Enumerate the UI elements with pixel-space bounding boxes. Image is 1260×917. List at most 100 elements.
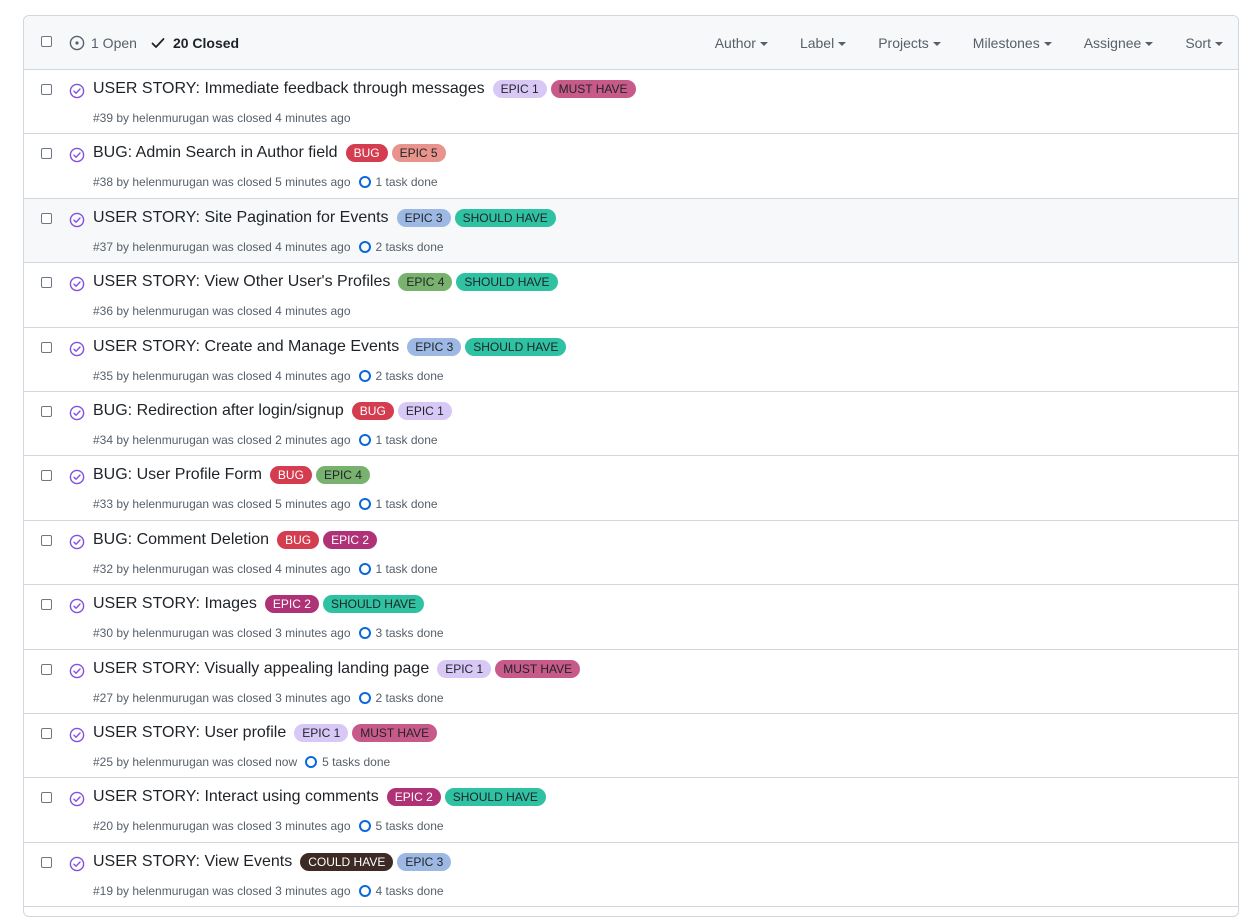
issue-title-link[interactable]: USER STORY: View Other User's Profiles bbox=[93, 273, 390, 291]
issue-label[interactable]: EPIC 3 bbox=[397, 852, 452, 871]
issue-label[interactable]: EPIC 4 bbox=[398, 273, 453, 292]
issue-label[interactable]: EPIC 2 bbox=[386, 788, 441, 807]
issue-row[interactable]: USER STORY: Visually appealing landing p… bbox=[24, 649, 1238, 714]
issue-checkbox[interactable] bbox=[41, 212, 52, 224]
task-progress-icon bbox=[358, 433, 371, 446]
issue-row[interactable]: USER STORY: View Events COULD HAVE EPIC 3 #… bbox=[24, 842, 1238, 908]
issue-meta-text: #37 by helenmurugan was closed 4 minutes… bbox=[93, 239, 351, 254]
issue-row[interactable]: USER STORY: Site Pagination for Events EP… bbox=[24, 198, 1238, 264]
issue-title-link[interactable]: USER STORY: Visually appealing landing p… bbox=[93, 660, 429, 678]
task-progress: 2 tasks done bbox=[358, 691, 444, 705]
issue-title-line: USER STORY: Site Pagination for Events EP… bbox=[93, 208, 556, 227]
caret-down-icon bbox=[1145, 42, 1154, 46]
issue-label[interactable]: BUG bbox=[277, 530, 320, 549]
issue-label[interactable]: EPIC 2 bbox=[264, 595, 319, 614]
task-progress-text: 1 task done bbox=[375, 497, 438, 512]
issue-meta: #34 by helenmurugan was closed 2 minutes… bbox=[93, 433, 438, 447]
issue-row[interactable]: USER STORY: Create and Manage Events EPIC… bbox=[24, 327, 1238, 392]
issue-checkbox[interactable] bbox=[41, 792, 52, 804]
issue-label[interactable]: EPIC 3 bbox=[396, 208, 451, 227]
filter-projects[interactable]: Projects bbox=[878, 35, 941, 51]
issue-meta: #25 by helenmurugan was closed now 5 task… bbox=[93, 755, 390, 769]
filter-author[interactable]: Author bbox=[715, 35, 768, 51]
issue-label[interactable]: MUST HAVE bbox=[550, 80, 636, 98]
issue-row[interactable]: BUG: Admin Search in Author field BUG EPIC… bbox=[24, 134, 1238, 199]
issue-meta-text: #20 by helenmurugan was closed 3 minutes… bbox=[93, 819, 351, 834]
issue-checkbox[interactable] bbox=[41, 341, 52, 353]
task-progress-icon bbox=[305, 755, 318, 768]
issue-checkbox[interactable] bbox=[41, 84, 52, 95]
issue-label[interactable]: MUST HAVE bbox=[495, 659, 581, 678]
task-progress: 1 task done bbox=[358, 497, 438, 512]
issue-title-link[interactable]: USER STORY: Images bbox=[93, 595, 257, 613]
issue-meta-text: #33 by helenmurugan was closed 5 minutes… bbox=[93, 497, 351, 512]
issue-checkbox[interactable] bbox=[41, 856, 52, 868]
issue-label[interactable]: EPIC 1 bbox=[397, 401, 452, 420]
issue-checkbox[interactable] bbox=[41, 534, 52, 546]
task-progress: 1 task done bbox=[358, 562, 438, 576]
open-issues-link[interactable]: 1 Open bbox=[69, 35, 137, 51]
issue-title-line: USER STORY: Create and Manage Events EPIC… bbox=[93, 337, 567, 356]
issue-title-link[interactable]: USER STORY: Create and Manage Events bbox=[93, 338, 399, 356]
select-all-checkbox[interactable] bbox=[41, 36, 52, 47]
filter-assignee[interactable]: Assignee bbox=[1084, 35, 1154, 51]
issue-title-link[interactable]: USER STORY: Immediate feedback through m… bbox=[93, 80, 485, 98]
filter-label[interactable]: Label bbox=[800, 35, 847, 51]
issue-label[interactable]: SHOULD HAVE bbox=[465, 337, 567, 356]
issue-row[interactable]: BUG: Comment Deletion BUG EPIC 2 #32 by hel… bbox=[24, 520, 1238, 586]
issue-title-link[interactable]: USER STORY: Site Pagination for Events bbox=[93, 209, 389, 227]
issue-meta-text: #36 by helenmurugan was closed 4 minutes… bbox=[93, 304, 351, 319]
issue-closed-icon bbox=[69, 727, 85, 743]
issue-label[interactable]: COULD HAVE bbox=[300, 852, 394, 871]
issue-checkbox[interactable] bbox=[41, 470, 52, 482]
issue-checkbox[interactable] bbox=[41, 727, 52, 739]
issue-label[interactable]: EPIC 1 bbox=[492, 80, 547, 98]
task-progress: 4 tasks done bbox=[358, 884, 444, 898]
issue-row[interactable]: USER STORY: Images EPIC 2 SHOULD HAVE #30 b… bbox=[24, 585, 1238, 650]
issue-row[interactable]: BUG: Redirection after login/signup BUG EP… bbox=[24, 391, 1238, 457]
issue-checkbox[interactable] bbox=[41, 663, 52, 675]
issue-label[interactable]: EPIC 5 bbox=[391, 144, 446, 163]
issue-label[interactable]: EPIC 4 bbox=[315, 466, 370, 485]
issue-title-link[interactable]: BUG: Redirection after login/signup bbox=[93, 402, 344, 420]
issue-checkbox[interactable] bbox=[41, 599, 52, 611]
issue-meta: #19 by helenmurugan was closed 3 minutes… bbox=[93, 884, 444, 898]
filter-label: Milestones bbox=[972, 35, 1040, 51]
issue-row[interactable]: USER STORY: View Other User's Profiles EP… bbox=[24, 263, 1238, 328]
issue-label[interactable]: BUG bbox=[351, 401, 394, 420]
issue-label[interactable]: SHOULD HAVE bbox=[456, 273, 558, 292]
issue-title-link[interactable]: BUG: Admin Search in Author field bbox=[93, 144, 338, 162]
issue-label[interactable]: EPIC 2 bbox=[323, 530, 378, 549]
issue-label[interactable]: MUST HAVE bbox=[352, 723, 438, 742]
issue-label[interactable]: BUG bbox=[345, 144, 388, 163]
issue-checkbox[interactable] bbox=[41, 148, 52, 160]
issue-label[interactable]: SHOULD HAVE bbox=[444, 788, 546, 807]
issue-closed-icon bbox=[69, 276, 85, 292]
issue-label[interactable]: EPIC 1 bbox=[437, 659, 492, 678]
issue-title-line: USER STORY: Interact using comments EPIC … bbox=[93, 788, 546, 807]
issue-title-link[interactable]: USER STORY: Interact using comments bbox=[93, 788, 379, 806]
issue-label[interactable]: EPIC 3 bbox=[407, 337, 462, 356]
filter-sort[interactable]: Sort bbox=[1185, 35, 1223, 51]
issue-closed-icon bbox=[69, 212, 85, 228]
issue-title-link[interactable]: BUG: User Profile Form bbox=[93, 466, 262, 484]
issue-checkbox[interactable] bbox=[41, 405, 52, 417]
issue-title-link[interactable]: USER STORY: User profile bbox=[93, 724, 286, 742]
task-progress-text: 2 tasks done bbox=[375, 368, 444, 383]
closed-issues-link[interactable]: 20 Closed bbox=[151, 35, 239, 51]
issue-label[interactable]: EPIC 1 bbox=[294, 723, 349, 742]
issue-row[interactable]: USER STORY: Interact using comments EPIC … bbox=[24, 778, 1238, 843]
issue-label[interactable]: SHOULD HAVE bbox=[454, 208, 556, 227]
issue-row[interactable]: USER STORY: Immediate feedback through m… bbox=[24, 70, 1238, 135]
filter-milestones[interactable]: Milestones bbox=[973, 35, 1052, 51]
filter-label: Assignee bbox=[1083, 35, 1142, 51]
issue-label[interactable]: BUG bbox=[269, 466, 312, 485]
issue-closed-icon bbox=[69, 598, 85, 614]
issue-title-link[interactable]: USER STORY: View Events bbox=[93, 853, 292, 871]
issue-label[interactable]: SHOULD HAVE bbox=[322, 595, 425, 614]
issue-row[interactable]: USER STORY: User profile EPIC 1 MUST HAVE #… bbox=[24, 713, 1238, 779]
issue-checkbox[interactable] bbox=[41, 277, 52, 289]
issue-row[interactable]: BUG: User Profile Form BUG EPIC 4 #33 by he… bbox=[24, 456, 1238, 521]
issue-meta: #39 by helenmurugan was closed 4 minutes… bbox=[93, 111, 351, 125]
issue-title-link[interactable]: BUG: Comment Deletion bbox=[93, 531, 269, 549]
